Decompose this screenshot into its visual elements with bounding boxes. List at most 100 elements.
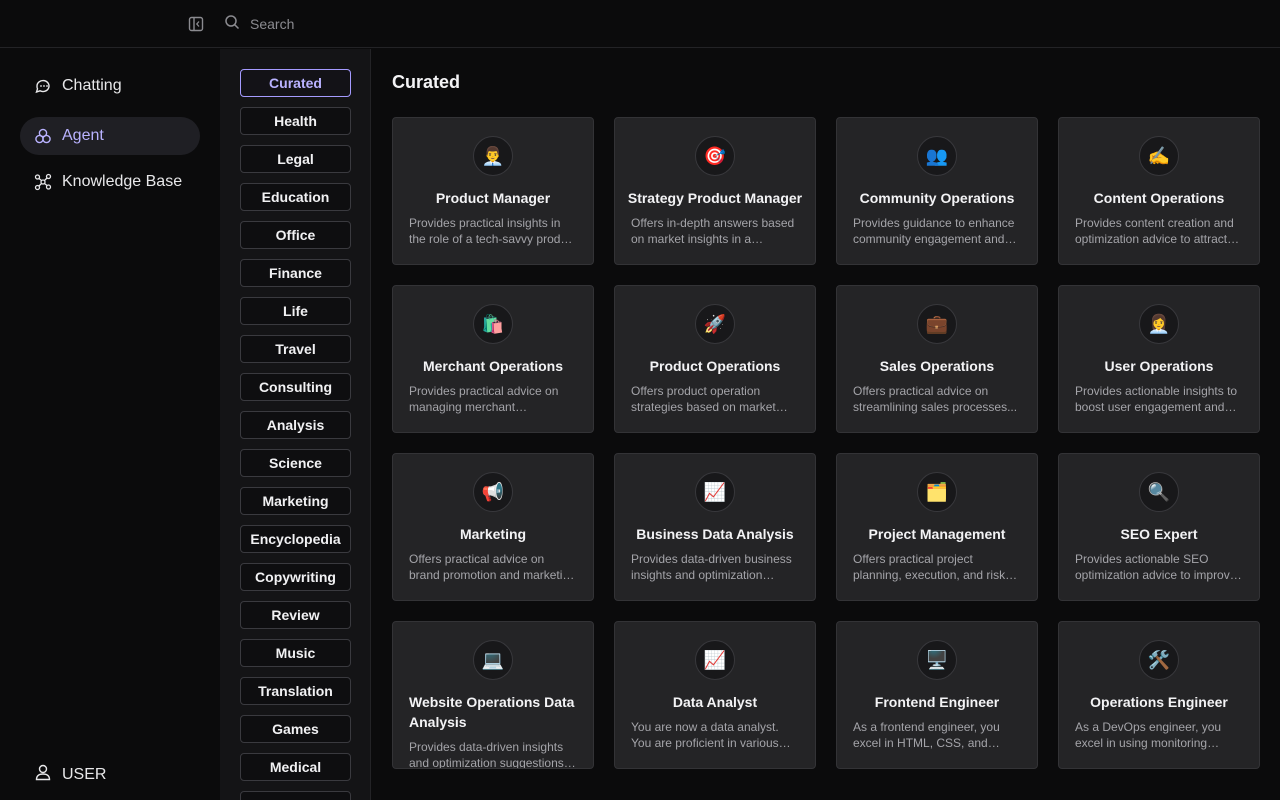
user-profile[interactable]: USER [34,763,106,786]
agent-avatar-icon: 👩‍💼 [1139,304,1179,344]
agent-name: Operations Engineer [1090,694,1228,710]
category-travel[interactable]: Travel [240,335,351,363]
category-life[interactable]: Life [240,297,351,325]
search-bar [224,13,650,35]
sidebar-item-chatting[interactable]: Chatting [20,67,200,105]
agent-name: Data Analyst [672,694,758,710]
category-consulting[interactable]: Consulting [240,373,351,401]
agent-card[interactable]: 📢 Marketing Offers practical advice on bra… [392,453,594,601]
agent-card[interactable]: 🚀 Product Operations Offers product operat… [614,285,816,433]
agent-description: You are now a data analyst. You are prof… [631,720,779,750]
category-marketing[interactable]: Marketing [240,487,351,515]
agent-description: Provides actionable SEO optimization adv… [1075,552,1237,582]
agent-avatar-icon: 👨‍💼 [473,136,513,176]
agent-name: Website Operations Data Analysis [409,694,575,730]
agent-card[interactable]: 👩‍💼 User Operations Provides actionable in… [1058,285,1260,433]
agent-avatar-icon: ✍️ [1139,136,1179,176]
chat-icon [34,77,52,95]
agent-avatar-icon: 🗂️ [917,472,957,512]
sidebar-item-knowledge-base[interactable]: Knowledge Base [20,163,200,201]
page-title: Curated [392,72,461,92]
category-translation[interactable]: Translation [240,677,351,705]
agent-card[interactable]: 👨‍💼 Product Manager Provides practical ins… [392,117,594,265]
search-input[interactable] [250,16,650,32]
category-finance[interactable]: Finance [240,259,351,287]
search-icon [224,14,240,35]
agent-name: Product Operations [649,358,781,374]
category-health[interactable]: Health [240,107,351,135]
category-copywriting[interactable]: Copywriting [240,563,351,591]
agent-card[interactable]: 🎯 Strategy Product Manager Offers in-depth… [614,117,816,265]
agent-name: SEO Expert [1120,526,1198,542]
agent-name: Product Manager [435,190,551,206]
category-education[interactable]: Education [240,183,351,211]
agent-description: As a frontend engineer, you excel in HTM… [853,720,1000,750]
agent-description: Offers practical advice on brand promoti… [409,552,576,582]
agent-avatar-icon: 🔍 [1139,472,1179,512]
agent-avatar-icon: 🚀 [695,304,735,344]
agent-description: Offers practical project planning, execu… [853,552,1006,582]
agent-avatar-icon: 🛠️ [1139,640,1179,680]
agent-name: Sales Operations [879,358,995,374]
user-name: USER [62,765,107,783]
agent-description: Provides actionable insights to boost us… [1075,384,1238,414]
agent-avatar-icon: 👥 [917,136,957,176]
agent-card[interactable]: 👥 Community Operations Provides guidance t… [836,117,1038,265]
category-curated[interactable]: Curated [240,69,351,97]
agent-icon [34,127,52,145]
agent-avatar-icon: 💼 [917,304,957,344]
agent-avatar-icon: 📢 [473,472,513,512]
agent-card[interactable]: 💼 Sales Operations Offers practical advice… [836,285,1038,433]
agent-card[interactable]: 🔍 SEO Expert Provides actionable SEO optim… [1058,453,1260,601]
agent-name: Community Operations [859,190,1015,206]
category-games[interactable]: Games [240,715,351,743]
agent-name: User Operations [1104,358,1214,374]
agent-description: Provides data-driven business insights a… [631,552,792,582]
agent-description: Provides practical advice on managing me… [409,384,559,414]
agent-description: Provides content creation and optimizati… [1075,216,1234,246]
agent-name: Strategy Product Manager [627,190,803,206]
knowledge-graph-icon [34,173,52,191]
sidebar: Chatting Agent Knowledge Base USER [0,49,220,800]
agent-name: Project Management [868,526,1006,542]
category-music[interactable]: Music [240,639,351,667]
agent-avatar-icon: 📈 [695,472,735,512]
category-encyclopedia[interactable]: Encyclopedia [240,525,351,553]
agent-card[interactable]: 🛍️ Merchant Operations Provides practical … [392,285,594,433]
agent-description: Offers practical advice on streamlining … [853,384,1018,414]
user-icon [34,763,52,786]
agent-description: Provides guidance to enhance community e… [853,216,1015,246]
agent-card[interactable]: 💻 Website Operations Data Analysis Provide… [392,621,594,769]
agent-avatar-icon: 🖥️ [917,640,957,680]
agent-card[interactable]: 🛠️ Operations Engineer As a DevOps enginee… [1058,621,1260,769]
category-review[interactable]: Review [240,601,351,629]
category-office[interactable]: Office [240,221,351,249]
agent-card[interactable]: 🗂️ Project Management Offers practical pro… [836,453,1038,601]
agent-card[interactable]: 📈 Business Data Analysis Provides data-dri… [614,453,816,601]
agent-description: Provides practical insights in the role … [409,216,577,246]
sidebar-item-agent[interactable]: Agent [20,117,200,155]
category-management[interactable]: Management [240,791,351,800]
category-medical[interactable]: Medical [240,753,351,781]
agent-name: Marketing [459,526,527,542]
sidebar-item-label: Chatting [62,77,122,94]
agent-avatar-icon: 🛍️ [473,304,513,344]
category-analysis[interactable]: Analysis [240,411,351,439]
top-bar [0,0,1280,48]
agent-description: Provides data-driven insights and optimi… [409,740,564,769]
agent-description: As a DevOps engineer, you excel in using… [1075,720,1222,750]
agent-card[interactable]: 📈 Data Analyst You are now a data analyst.… [614,621,816,769]
category-science[interactable]: Science [240,449,351,477]
agent-card[interactable]: 🖥️ Frontend Engineer As a frontend enginee… [836,621,1038,769]
agent-avatar-icon: 💻 [473,640,513,680]
sidebar-toggle-icon[interactable] [186,14,206,34]
agent-description: Offers product operation strategies base… [631,384,776,414]
sidebar-item-label: Knowledge Base [62,173,183,190]
agent-avatar-icon: 📈 [695,640,735,680]
agent-card[interactable]: ✍️ Content Operations Provides content cre… [1058,117,1260,265]
main-content: Curated 👨‍💼 Product Manager Provides pract… [372,49,1280,780]
agent-name: Business Data Analysis [636,526,794,542]
agent-name: Merchant Operations [422,358,564,374]
category-legal[interactable]: Legal [240,145,351,173]
agent-description: Offers in-depth answers based on market … [631,216,795,246]
